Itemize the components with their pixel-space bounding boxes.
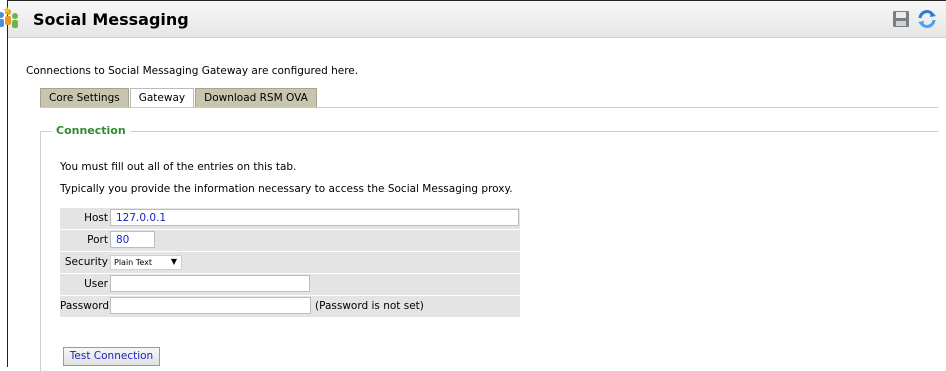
tab-core-settings[interactable]: Core Settings [40,88,129,107]
info-note: Typically you provide the information ne… [60,183,513,195]
tab-download-rsm-ova[interactable]: Download RSM OVA [195,88,317,107]
password-row: Password (Password is not set) [60,296,520,317]
password-input[interactable] [110,297,311,314]
user-input[interactable] [110,275,310,292]
password-label: Password [60,300,110,312]
port-row: Port 80 [60,230,520,251]
host-row: Host 127.0.0.1 [60,208,520,229]
connection-legend: Connection [52,124,130,137]
security-row: Security Plain Text ▼ [60,252,520,273]
connection-form: Host 127.0.0.1 Port 80 Security Plain Te… [60,208,520,318]
host-input[interactable]: 127.0.0.1 [110,209,519,226]
password-status: (Password is not set) [315,300,424,312]
header-bar: Social Messaging [8,1,946,38]
intro-text: Connections to Social Messaging Gateway … [26,65,359,77]
save-icon[interactable] [892,10,910,28]
tab-bar: Core Settings Gateway Download RSM OVA [40,88,318,107]
refresh-icon[interactable] [916,8,938,30]
user-label: User [84,278,108,290]
security-select[interactable]: Plain Text ▼ [110,255,182,270]
user-row: User [60,274,520,295]
port-label: Port [87,234,108,246]
tab-gateway[interactable]: Gateway [129,88,195,107]
security-select-value: Plain Text [114,258,152,267]
chevron-down-icon: ▼ [170,257,177,266]
security-label: Security [64,256,108,268]
port-input[interactable]: 80 [110,231,155,248]
required-note: You must fill out all of the entries on … [60,161,297,173]
host-label: Host [84,212,108,224]
page-title: Social Messaging [33,10,189,29]
test-connection-button[interactable]: Test Connection [63,347,160,366]
tab-divider [40,107,938,108]
people-star-icon [0,6,18,28]
